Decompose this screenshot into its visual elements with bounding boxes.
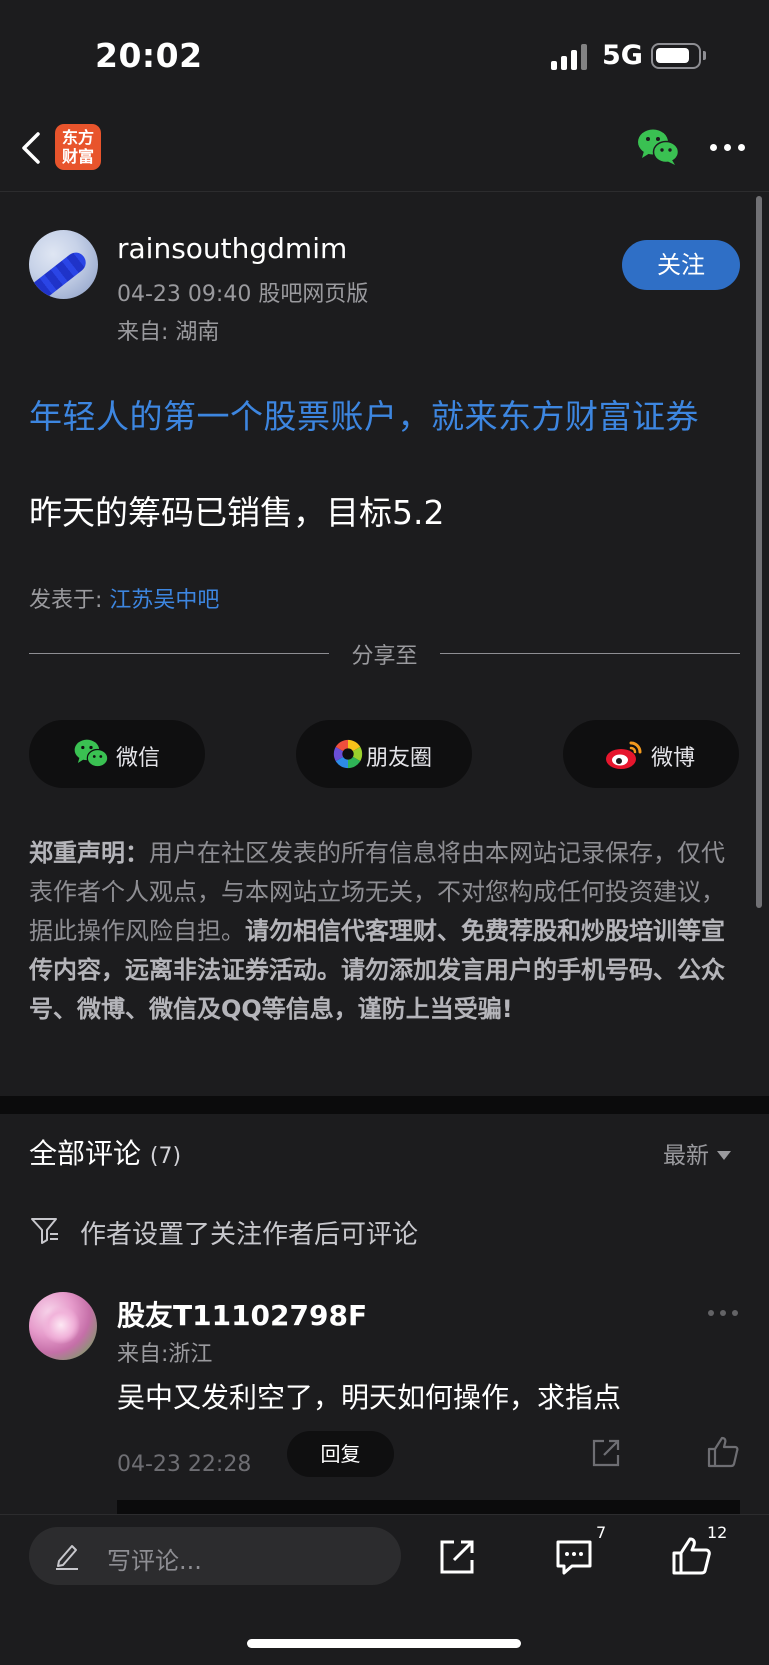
signal-icon xyxy=(551,44,587,70)
status-bar: 20:02 5G xyxy=(0,0,769,110)
thumbs-up-icon[interactable] xyxy=(706,1435,740,1469)
comments-count: (7) xyxy=(149,1144,182,1169)
posted-in: 发表于: 江苏吴中吧 xyxy=(29,582,219,614)
network-type: 5G xyxy=(602,40,643,71)
comment-location: 来自:浙江 xyxy=(117,1342,213,1367)
comment-more-icon[interactable] xyxy=(708,1310,740,1318)
share-weibo-button[interactable]: 微博 xyxy=(563,720,739,788)
comments-title: 全部评论 (7) xyxy=(29,1132,181,1172)
comments-section: 全部评论 (7) 最新 作者设置了关注作者后可评论 股友T11102798F 来… xyxy=(0,1114,769,1514)
wechat-icon[interactable] xyxy=(636,127,680,167)
disclaimer: 郑重声明：用户在社区发表的所有信息将由本网站记录保存，仅代表作者个人观点，与本网… xyxy=(29,834,741,1029)
post: rainsouthgdmim 04-23 09:40 股吧网页版 来自: 湖南 … xyxy=(0,192,769,1096)
home-indicator[interactable] xyxy=(247,1639,521,1648)
section-divider xyxy=(0,1096,769,1114)
comments-title-label: 全部评论 xyxy=(29,1137,142,1170)
share-icon[interactable] xyxy=(590,1437,622,1469)
share-weibo-label: 微博 xyxy=(651,746,696,771)
comment-icon[interactable] xyxy=(554,1537,594,1577)
reply-button[interactable]: 回复 xyxy=(287,1431,394,1477)
post-title: 昨天的筹码已销售，目标5.2 xyxy=(29,493,445,532)
filter-icon xyxy=(31,1218,58,1244)
weibo-icon xyxy=(606,741,642,769)
share-moments-label: 朋友圈 xyxy=(366,746,433,771)
comment-input[interactable]: 写评论... xyxy=(29,1527,401,1585)
author-name[interactable]: rainsouthgdmim xyxy=(117,232,347,265)
disclaimer-heading: 郑重声明： xyxy=(29,839,149,867)
comment-count-badge: 7 xyxy=(596,1523,607,1542)
brand-logo[interactable]: 东方 财富 xyxy=(55,124,101,170)
comment-time: 04-23 22:28 xyxy=(117,1452,252,1477)
forum-link[interactable]: 江苏吴中吧 xyxy=(109,588,219,613)
quoted-reply-strip xyxy=(117,1500,740,1514)
status-time: 20:02 xyxy=(95,36,203,75)
more-icon[interactable] xyxy=(710,144,746,152)
posted-in-label: 发表于: xyxy=(29,588,110,613)
author-avatar[interactable] xyxy=(29,230,98,299)
brand-logo-line2: 财富 xyxy=(61,147,94,166)
promo-link[interactable]: 年轻人的第一个股票账户，就来东方财富证券 xyxy=(29,390,699,438)
post-location: 来自: 湖南 xyxy=(117,320,220,345)
comment-input-placeholder: 写评论... xyxy=(107,1547,202,1575)
share-wechat-button[interactable]: 微信 xyxy=(29,720,205,788)
share-icon[interactable] xyxy=(437,1537,477,1577)
scrollbar[interactable] xyxy=(756,196,762,908)
follow-button[interactable]: 关注 xyxy=(622,240,740,290)
sort-select[interactable]: 最新 xyxy=(663,1136,731,1170)
nav-bar: 东方 财富 xyxy=(0,110,769,192)
comment-text: 吴中又发利空了，明天如何操作，求指点 xyxy=(117,1381,622,1414)
share-moments-button[interactable]: 朋友圈 xyxy=(296,720,472,788)
filter-notice-text: 作者设置了关注作者后可评论 xyxy=(80,1220,419,1250)
bottom-action-bar: 写评论... 7 12 xyxy=(0,1514,769,1665)
wechat-icon xyxy=(74,739,109,768)
brand-logo-line1: 东方 xyxy=(61,128,94,147)
like-count-badge: 12 xyxy=(707,1523,728,1542)
share-label: 分享至 xyxy=(351,644,418,669)
moments-icon xyxy=(333,739,363,769)
battery-icon xyxy=(651,43,706,69)
thumbs-up-icon[interactable] xyxy=(670,1535,712,1577)
share-divider: 分享至 xyxy=(29,638,740,669)
caret-down-icon xyxy=(717,1151,731,1160)
share-wechat-label: 微信 xyxy=(116,746,161,771)
pencil-icon xyxy=(56,1545,78,1570)
comment-user[interactable]: 股友T11102798F xyxy=(117,1294,367,1334)
sort-label: 最新 xyxy=(663,1143,709,1169)
back-icon[interactable] xyxy=(18,128,48,168)
comment-avatar[interactable] xyxy=(29,1292,97,1360)
post-meta: 04-23 09:40 股吧网页版 xyxy=(117,282,369,307)
